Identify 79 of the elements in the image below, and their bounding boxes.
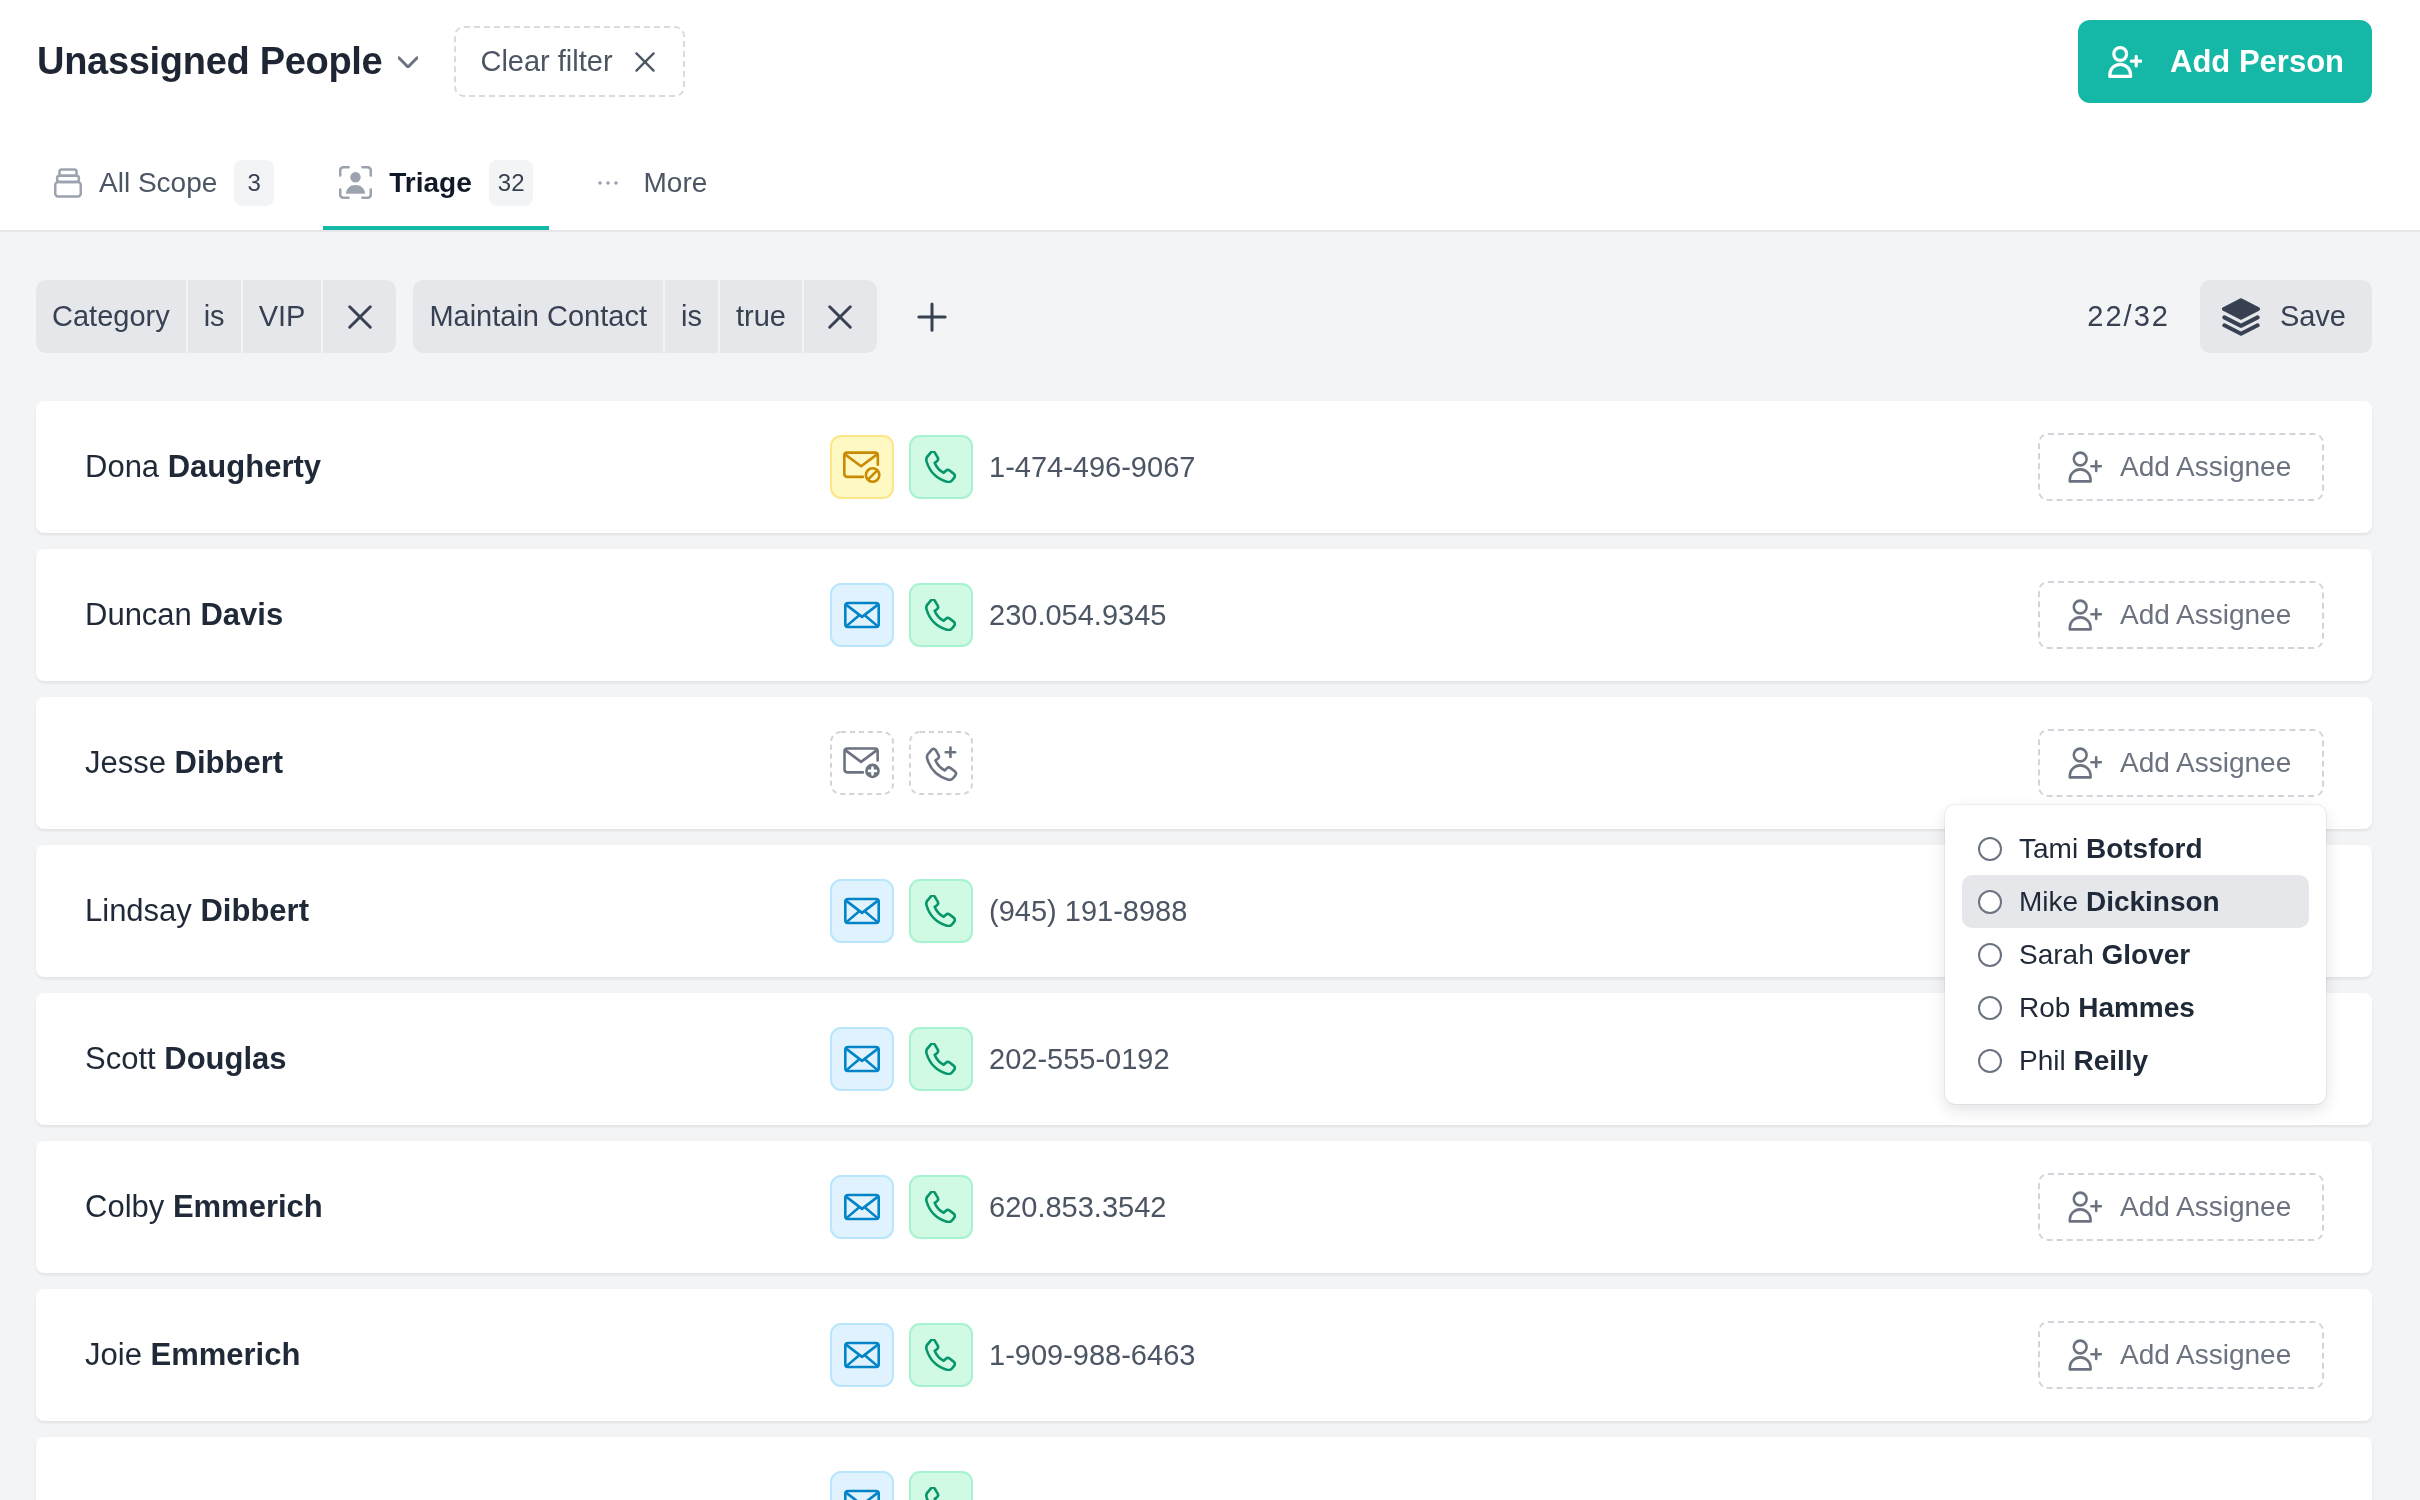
- user-plus-icon: [2068, 451, 2102, 483]
- assignee-name: Tami Botsford: [2019, 832, 2203, 865]
- save-view-button[interactable]: Save: [2199, 280, 2372, 353]
- phone-number: 230.054.9345: [989, 598, 1167, 632]
- assignee-option[interactable]: Sarah Glover: [1962, 928, 2309, 981]
- chevron-down-icon: [398, 55, 419, 68]
- more-dots-icon: [598, 180, 619, 185]
- user-plus-icon: [2068, 747, 2102, 779]
- plus-icon: [916, 301, 947, 332]
- add-assignee-button[interactable]: Add Assignee: [2038, 433, 2324, 501]
- remove-filter-button[interactable]: [323, 280, 397, 353]
- phone-number: 202-555-0192: [989, 1042, 1170, 1076]
- assignee-name: Sarah Glover: [2019, 938, 2191, 971]
- phone-icon[interactable]: [909, 1175, 973, 1239]
- assignee-option[interactable]: Mike Dickinson: [1962, 875, 2309, 928]
- envelope-icon[interactable]: [830, 1027, 894, 1091]
- view-tab[interactable]: All Scope 3: [38, 139, 291, 230]
- user-plus-icon: [2068, 1339, 2102, 1371]
- filter-operator-button[interactable]: is: [187, 280, 241, 353]
- phone-icon[interactable]: [909, 435, 973, 499]
- radio-button[interactable]: [1978, 836, 2002, 861]
- tab-count-badge: 32: [488, 159, 534, 206]
- filter-field-button[interactable]: Category: [36, 280, 186, 353]
- radio-button[interactable]: [1978, 995, 2002, 1020]
- phone-number: 1-909-988-6463: [989, 1338, 1196, 1372]
- person-name: Dona Daugherty: [85, 449, 323, 485]
- filter-operator-button[interactable]: is: [665, 280, 718, 353]
- remove-filter-button[interactable]: [803, 280, 877, 353]
- close-icon: [347, 304, 372, 329]
- assignee-name: Mike Dickinson: [2019, 885, 2220, 918]
- person-name: Colby Emmerich: [85, 1189, 324, 1225]
- filter-value-button[interactable]: true: [719, 280, 802, 353]
- phone-number: (945) 191-8988: [989, 894, 1188, 928]
- user-plus-icon: [2068, 1191, 2102, 1223]
- view-tab[interactable]: Triage 32: [323, 139, 550, 230]
- phone-icon[interactable]: [909, 583, 973, 647]
- phone-icon[interactable]: [909, 879, 973, 943]
- assignee-name: Rob Hammes: [2019, 991, 2195, 1024]
- person-name: Lindsay Dibbert: [85, 893, 310, 929]
- filter-value-button[interactable]: VIP: [242, 280, 322, 353]
- phone-icon[interactable]: [909, 1323, 973, 1387]
- envelope-icon[interactable]: [830, 1175, 894, 1239]
- radio-button[interactable]: [1978, 1048, 2002, 1073]
- phone-icon[interactable]: [909, 1027, 973, 1091]
- user-plus-icon: [2108, 45, 2143, 78]
- envelope-icon[interactable]: [830, 879, 894, 943]
- phone-number: 620.853.3542: [989, 1190, 1167, 1224]
- envelope-plus-icon[interactable]: [830, 731, 894, 795]
- radio-button[interactable]: [1978, 889, 2002, 914]
- envelope-icon[interactable]: [830, 1323, 894, 1387]
- radio-button[interactable]: [1978, 942, 2002, 967]
- stacked-trays-icon: [54, 167, 82, 198]
- envelope-icon[interactable]: [830, 583, 894, 647]
- user-plus-icon: [2068, 599, 2102, 631]
- assignee-option[interactable]: Rob Hammes: [1962, 981, 2309, 1034]
- view-tab[interactable]: More: [582, 139, 724, 230]
- tab-count-badge: 3: [234, 159, 275, 206]
- person-name: Jesse Dibbert: [85, 745, 285, 781]
- add-assignee-button[interactable]: Add Assignee: [2038, 729, 2324, 797]
- phone-plus-icon[interactable]: [909, 731, 973, 795]
- assignee-option[interactable]: Tami Botsford: [1962, 822, 2309, 875]
- person-name: Duncan Davis: [85, 597, 285, 633]
- envelope-blocked-icon[interactable]: [830, 435, 894, 499]
- assignee-name: Phil Reilly: [2019, 1044, 2149, 1077]
- clear-filter-button[interactable]: Clear filter: [454, 26, 685, 97]
- add-assignee-button[interactable]: Add Assignee: [2038, 1321, 2324, 1389]
- add-assignee-button[interactable]: Add Assignee: [2038, 581, 2324, 649]
- add-assignee-button[interactable]: Add Assignee: [2038, 1173, 2324, 1241]
- filter-field-button[interactable]: Maintain Contact: [413, 280, 663, 353]
- phone-number: 1-474-496-9067: [989, 450, 1196, 484]
- assignee-option[interactable]: Phil Reilly: [1962, 1034, 2309, 1087]
- close-icon: [828, 304, 853, 329]
- close-icon: [634, 51, 655, 72]
- result-count: 22/32: [2087, 300, 2170, 333]
- layers-icon: [2221, 297, 2260, 336]
- person-frame-icon: [339, 166, 373, 199]
- view-title-dropdown[interactable]: Unassigned People: [37, 40, 419, 83]
- person-name: Scott Douglas: [85, 1041, 288, 1077]
- person-name: Joie Emmerich: [85, 1337, 302, 1373]
